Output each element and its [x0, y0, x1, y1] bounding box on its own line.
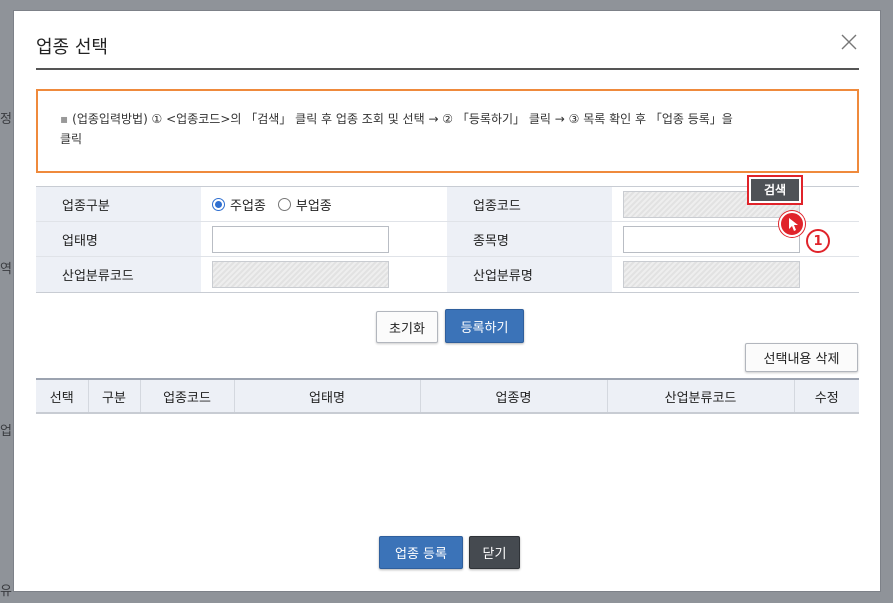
- background-text: 정: [0, 112, 12, 127]
- industry-select-modal: 업종 선택 ▪ (업종입력방법) ① <업종코드>의 「검색」 클릭 후 업종 조…: [13, 10, 881, 592]
- radio-main-industry[interactable]: 주업종: [212, 195, 266, 214]
- radio-unchecked-icon: [277, 197, 291, 211]
- title-divider: [36, 68, 859, 70]
- column-header: 구분: [88, 378, 141, 414]
- classification-name-field: [623, 261, 800, 288]
- bullet-icon: ▪: [60, 112, 69, 126]
- industry-table: 선택 구분 업종코드 업태명 업종명 산업분류코드 수정: [36, 378, 859, 414]
- instruction-notice: ▪ (업종입력방법) ① <업종코드>의 「검색」 클릭 후 업종 조회 및 선택…: [36, 89, 859, 173]
- notice-line-2: 클릭: [60, 132, 83, 146]
- register-button[interactable]: 등록하기: [445, 309, 524, 343]
- search-button[interactable]: 검색: [747, 174, 803, 205]
- column-header: 산업분류코드: [607, 378, 795, 414]
- industry-form: 업종구분 주업종 부업종 업종코드 검색 업태명 종목명 산업분류코드 산업분류…: [36, 174, 859, 293]
- background-text: 업: [0, 424, 12, 439]
- step-marker: 1: [806, 229, 830, 253]
- modal-title: 업종 선택: [36, 37, 108, 58]
- delete-selected-button[interactable]: 선택내용 삭제: [745, 343, 858, 372]
- business-name-input[interactable]: [212, 225, 389, 253]
- radio-main-label: 주업종: [230, 198, 266, 214]
- close-button[interactable]: 닫기: [469, 536, 520, 569]
- radio-checked-icon: [212, 197, 225, 211]
- item-name-input[interactable]: [623, 225, 800, 253]
- form-row-names: 업태명 종목명: [36, 222, 859, 257]
- column-header: 업종코드: [140, 378, 235, 414]
- close-icon[interactable]: [840, 33, 858, 51]
- form-row-type: 업종구분 주업종 부업종 업종코드 검색: [36, 174, 859, 222]
- table-header-row: 선택 구분 업종코드 업태명 업종명 산업분류코드 수정: [36, 378, 859, 414]
- label-classification-code: 산업분류코드: [36, 257, 201, 292]
- label-industry-type: 업종구분: [36, 187, 201, 221]
- column-header: 선택: [36, 378, 89, 414]
- background-text: 유: [0, 584, 12, 599]
- pointer-icon: [779, 211, 805, 237]
- column-header: 수정: [794, 378, 859, 414]
- search-button-label: 검색: [751, 178, 799, 201]
- label-industry-code: 업종코드: [447, 187, 612, 221]
- form-row-classification: 산업분류코드 산업분류명: [36, 257, 859, 292]
- column-header: 업태명: [234, 378, 421, 414]
- radio-sub-industry[interactable]: 부업종: [277, 195, 332, 214]
- column-header: 업종명: [420, 378, 608, 414]
- reset-button[interactable]: 초기화: [376, 311, 438, 343]
- label-business-name: 업태명: [36, 222, 201, 256]
- notice-line-1: (업종입력방법) ① <업종코드>의 「검색」 클릭 후 업종 조회 및 선택 …: [72, 112, 733, 126]
- register-industry-button[interactable]: 업종 등록: [379, 536, 463, 569]
- background-text: 역: [0, 262, 12, 277]
- radio-sub-label: 부업종: [295, 198, 332, 214]
- classification-code-field: [212, 261, 389, 288]
- label-classification-name: 산업분류명: [447, 257, 612, 292]
- label-item-name: 종목명: [447, 222, 612, 256]
